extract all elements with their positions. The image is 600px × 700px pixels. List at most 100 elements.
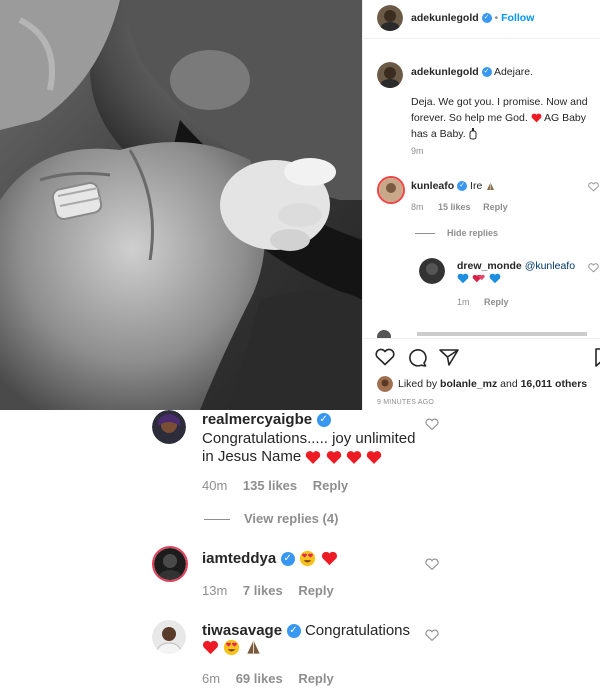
hide-replies-label: Hide replies — [447, 228, 499, 238]
caption-first-line: Adejare. — [493, 66, 534, 78]
tiwasavage-avatar[interactable] — [152, 620, 186, 654]
view-replies-label: View replies (4) — [244, 511, 339, 526]
post-image — [0, 0, 362, 410]
tiwasavage-likes[interactable]: 69 likes — [236, 671, 283, 686]
caption-time: 9m — [411, 146, 424, 156]
likes-summary: Liked by bolanle_mz and 16,011 others — [398, 378, 587, 390]
verified-icon: ✓ — [316, 412, 331, 427]
liked-by-and: and — [500, 378, 518, 390]
realmercyaigbe-avatar[interactable] — [152, 410, 186, 444]
post-header: adekunlegold ✓ • Follow — [411, 12, 534, 24]
author-avatar[interactable] — [377, 5, 403, 31]
comment-icon[interactable] — [407, 348, 427, 367]
realmercyaigbe-avatar-image — [152, 410, 186, 444]
verified-icon: ✓ — [481, 13, 492, 24]
tiwasavage-emojis — [202, 639, 262, 657]
two-hearts-emoji — [472, 274, 485, 283]
iamteddya-likes[interactable]: 7 likes — [243, 583, 283, 598]
realmercyaigbe-time: 40m — [202, 478, 228, 493]
iamteddya-username[interactable]: iamteddya — [202, 550, 276, 567]
red-heart-emoji — [306, 450, 321, 464]
kunleafo-reply-button[interactable]: Reply — [483, 202, 508, 212]
caption-avatar[interactable] — [377, 62, 403, 88]
view-replies-button[interactable]: View replies (4) — [204, 511, 338, 526]
like-comment-icon[interactable] — [425, 558, 439, 571]
realmercyaigbe-username[interactable]: realmercyaigbe — [202, 411, 312, 428]
tiwasavage-reply-button[interactable]: Reply — [298, 671, 333, 686]
kunleafo-username[interactable]: kunleafo — [411, 180, 454, 192]
like-reply-icon[interactable] — [588, 263, 599, 273]
realmercyaigbe-reply-button[interactable]: Reply — [313, 478, 348, 493]
likes-count[interactable]: 16,011 others — [521, 378, 588, 390]
blue-heart-emoji — [489, 273, 501, 284]
verified-icon: ✓ — [286, 623, 301, 638]
liker-avatar[interactable] — [377, 376, 393, 392]
kunleafo-avatar[interactable] — [377, 176, 405, 204]
kunleafo-avatar-image — [379, 178, 403, 202]
iamteddya-meta: 13m 7 likes Reply — [202, 583, 334, 598]
author-username[interactable]: adekunlegold — [411, 12, 479, 24]
verified-icon: ✓ — [280, 551, 295, 566]
save-icon[interactable] — [595, 348, 600, 367]
heart-eyes-emoji — [224, 640, 240, 656]
like-comment-icon[interactable] — [588, 182, 599, 192]
praying-hands-emoji — [487, 182, 495, 190]
drew-monde-emojis — [457, 273, 501, 287]
tiwasavage-username[interactable]: tiwasavage — [202, 622, 282, 639]
heart-eyes-emoji — [299, 551, 316, 567]
clipped-comment — [377, 328, 600, 338]
share-icon[interactable] — [439, 348, 459, 367]
tiwasavage-meta: 6m 69 likes Reply — [202, 671, 334, 686]
replies-line — [204, 519, 230, 521]
clipped-text — [417, 332, 587, 336]
post-side-panel: adekunlegold ✓ • Follow adekunlegold ✓ A… — [362, 0, 600, 410]
mention-link[interactable]: @kunleafo — [525, 260, 575, 272]
drew-monde-time: 1m — [457, 297, 470, 307]
iamteddya-reply-button[interactable]: Reply — [298, 583, 333, 598]
tiwasavage-time: 6m — [202, 671, 221, 686]
red-heart-emoji — [531, 113, 542, 123]
tiwasavage-comment-text: Congratulations — [304, 622, 411, 639]
caption-header: adekunlegold ✓ Adejare. — [411, 66, 533, 78]
drew-monde-avatar-image — [419, 258, 445, 284]
blue-heart-emoji — [457, 273, 469, 284]
iamteddya-avatar[interactable] — [152, 546, 188, 582]
clipped-avatar — [377, 330, 391, 338]
hide-replies-button[interactable]: Hide replies — [415, 228, 498, 238]
like-icon[interactable] — [375, 348, 395, 366]
baby-bottle-emoji — [469, 128, 477, 140]
kunleafo-meta: 8m 15 likes Reply — [411, 202, 508, 212]
drew-monde-comment: drew_monde @kunleafo — [457, 260, 575, 272]
kunleafo-comment: kunleafo ✓ Ire — [411, 180, 496, 192]
verified-icon: ✓ — [457, 181, 468, 192]
kunleafo-likes[interactable]: 15 likes — [438, 202, 471, 212]
red-heart-emoji — [326, 450, 341, 464]
caption-body: Deja. We got you. I promise. Now and for… — [411, 94, 600, 142]
red-heart-emoji — [203, 641, 218, 655]
drew-monde-meta: 1m Reply — [457, 297, 509, 307]
drew-monde-username[interactable]: drew_monde — [457, 260, 522, 272]
drew-monde-avatar[interactable] — [419, 258, 445, 284]
red-heart-emoji — [321, 552, 337, 566]
header-dot: • — [494, 12, 499, 24]
verified-icon: ✓ — [481, 67, 492, 78]
liked-by-user[interactable]: bolanle_mz — [440, 378, 497, 390]
realmercyaigbe-likes[interactable]: 135 likes — [243, 478, 297, 493]
praying-hands-emoji — [247, 640, 260, 654]
realmercyaigbe-comment-header: realmercyaigbe ✓ — [202, 411, 331, 429]
like-comment-icon[interactable] — [425, 418, 439, 431]
post-photo[interactable] — [0, 0, 362, 410]
iamteddya-time: 13m — [202, 583, 228, 598]
like-comment-icon[interactable] — [425, 629, 439, 642]
header-divider — [363, 38, 600, 39]
drew-monde-reply-button[interactable]: Reply — [484, 297, 509, 307]
caption-avatar-image — [377, 62, 403, 88]
post-time: 9 MINUTES AGO — [377, 399, 435, 406]
liker-avatar-image — [377, 376, 393, 392]
tiwasavage-comment: tiwasavage ✓ Congratulations — [202, 622, 410, 640]
kunleafo-time: 8m — [411, 202, 424, 212]
caption-username[interactable]: adekunlegold — [411, 66, 479, 78]
liked-by-prefix: Liked by — [398, 378, 438, 390]
iamteddya-comment: iamteddya ✓ — [202, 550, 338, 568]
follow-button[interactable]: Follow — [501, 12, 534, 24]
